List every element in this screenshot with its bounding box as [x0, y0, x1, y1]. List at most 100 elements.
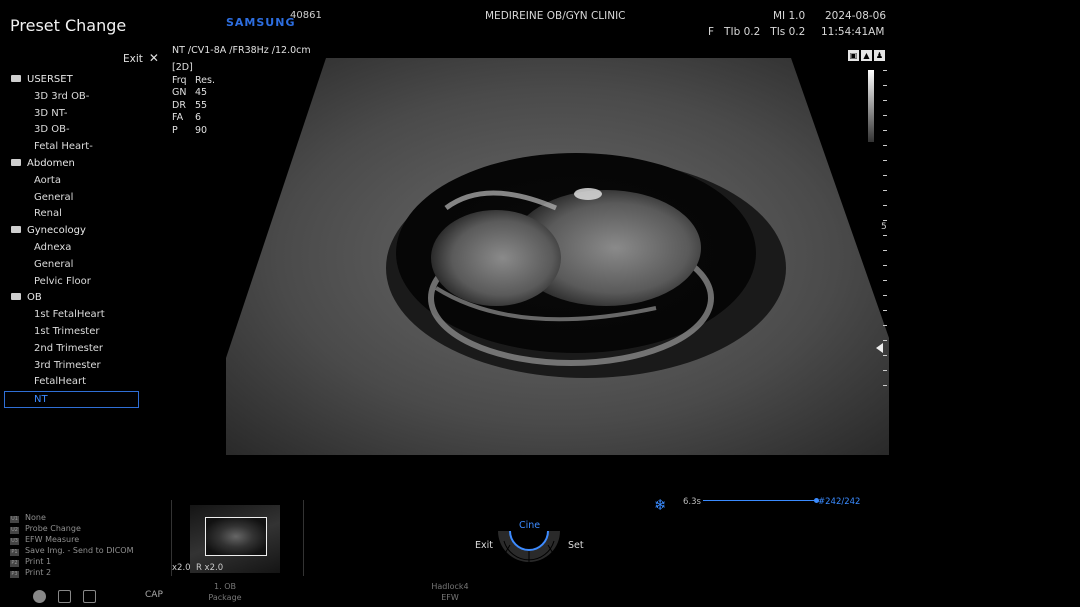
preset-item[interactable]: General [0, 257, 175, 274]
hadlock-line2: EFW [441, 593, 459, 602]
cine-time: 6.3s [683, 497, 701, 507]
user-key-label: Print 1 [25, 557, 52, 566]
depth-tick [883, 175, 887, 176]
depth-tick [883, 325, 887, 326]
preset-folder-label: USERSET [27, 74, 73, 85]
param-row: FA 6 [172, 112, 218, 125]
preset-item[interactable]: 3rd Trimester [0, 358, 175, 375]
freeze-snowflake-icon: ❄ [654, 496, 667, 514]
preset-folder[interactable]: Abdomen [0, 156, 175, 173]
depth-tick [883, 250, 887, 251]
preset-item[interactable]: Fetal Heart- [0, 139, 175, 156]
cine-slider[interactable] [703, 498, 819, 503]
dial-cine-label[interactable]: Cine [519, 520, 540, 531]
cine-dial[interactable] [490, 505, 568, 573]
param-row: DR 55 [172, 100, 218, 113]
user-key-item[interactable]: P3 Print 2 [10, 567, 134, 578]
preset-item[interactable]: NT [4, 391, 139, 408]
document-icon[interactable] [58, 590, 71, 603]
dial-exit-button[interactable]: Exit [475, 540, 493, 551]
user-key-item[interactable]: U1 None [10, 512, 134, 523]
depth-tick [883, 115, 887, 116]
preset-item[interactable]: 1st FetalHeart [0, 307, 175, 324]
param-value: 55 [195, 99, 208, 111]
user-key-badge: U2 [10, 527, 19, 534]
depth-tick [883, 205, 887, 206]
preset-item[interactable]: 3D 3rd OB- [0, 89, 175, 106]
preset-item[interactable]: Renal [0, 206, 175, 223]
param-value: 90 [195, 124, 208, 136]
depth-tick [883, 130, 887, 131]
preset-folder[interactable]: USERSET [0, 72, 175, 89]
package-line2: Package [208, 593, 242, 602]
param-row: P 90 [172, 125, 218, 138]
hadlock-line1: Hadlock4 [431, 582, 469, 591]
user-key-badge: P2 [10, 560, 19, 567]
package-label: 1. OB Package [200, 581, 250, 603]
user-key-badge: U3 [10, 538, 19, 545]
preset-item[interactable]: 1st Trimester [0, 324, 175, 341]
user-key-label: Save Img. - Send to DICOM [25, 546, 134, 555]
preset-folder-label: OB [27, 292, 42, 304]
mechanical-index: MI 1.0 [773, 10, 806, 22]
user-key-badge: P1 [10, 549, 19, 556]
folder-icon [11, 293, 21, 301]
depth-tick [883, 235, 887, 236]
user-key-item[interactable]: P1 Save Img. - Send to DICOM [10, 545, 134, 556]
preset-item[interactable]: Adnexa [0, 240, 175, 257]
page-title: Preset Change [10, 16, 127, 35]
user-key-label: Print 2 [25, 568, 52, 577]
exit-label: Exit [123, 53, 143, 65]
package-line1: 1. OB [214, 582, 236, 591]
param-key: Frq [172, 74, 187, 86]
folder-icon [11, 226, 21, 234]
depth-tick [883, 85, 887, 86]
user-key-label: Probe Change [25, 524, 81, 533]
depth-tick [883, 385, 887, 386]
monitor-icon[interactable] [83, 590, 96, 603]
preset-folder-label: Gynecology [27, 225, 86, 237]
param-row: GN 45 [172, 87, 218, 100]
depth-marker: 5 [881, 222, 887, 232]
preset-item[interactable]: 3D NT- [0, 106, 175, 123]
thermal-index: F TIb 0.2 TIs 0.2 [708, 26, 806, 38]
preset-item[interactable]: 2nd Trimester [0, 341, 175, 358]
depth-tick [883, 370, 887, 371]
user-key-item[interactable]: P2 Print 1 [10, 556, 134, 567]
preset-folder[interactable]: Gynecology [0, 223, 175, 240]
focus-marker-icon[interactable] [876, 343, 883, 353]
depth-scale [883, 70, 889, 400]
clinic-name: MEDIREINE OB/GYN CLINIC [485, 10, 626, 22]
bottom-toolbar [33, 588, 108, 607]
preset-folder[interactable]: OB [0, 290, 175, 307]
param-value: 45 [195, 87, 208, 98]
depth-tick [883, 190, 887, 191]
exam-time: 11:54:41AM [821, 26, 885, 38]
preset-tree: USERSET 3D 3rd OB- 3D NT- 3D OB- Fetal Heart… [0, 72, 175, 408]
user-key-label: EFW Measure [25, 535, 80, 544]
depth-tick [883, 160, 887, 161]
gray-scale-bar [868, 70, 874, 142]
user-key-badge: U1 [10, 516, 19, 523]
imaging-params: [2D] Frq Res. GN 45 DR 55 FA 6 P 90 [172, 62, 218, 137]
param-key: DR [172, 99, 186, 111]
user-key-item[interactable]: U3 EFW Measure [10, 534, 134, 545]
clock-icon[interactable] [33, 590, 46, 603]
user-key-item[interactable]: U2 Probe Change [10, 523, 134, 534]
depth-tick [883, 310, 887, 311]
preset-item[interactable]: General [0, 190, 175, 207]
thumbnail-viewport[interactable] [205, 517, 267, 556]
preset-item[interactable]: 3D OB- [0, 122, 175, 139]
param-value: Res. [195, 74, 215, 86]
preset-item[interactable]: Pelvic Floor [0, 274, 175, 291]
preset-item[interactable]: FetalHeart [0, 374, 175, 391]
depth-tick [883, 100, 887, 101]
dial-set-button[interactable]: Set [568, 540, 584, 551]
depth-tick [883, 280, 887, 281]
user-key-badge: P3 [10, 571, 19, 578]
ultrasound-image[interactable] [226, 58, 889, 455]
exit-button[interactable]: Exit ✕ [123, 51, 159, 65]
preset-item[interactable]: Aorta [0, 173, 175, 190]
param-key: P [172, 124, 178, 136]
caps-indicator: CAP [145, 590, 163, 600]
